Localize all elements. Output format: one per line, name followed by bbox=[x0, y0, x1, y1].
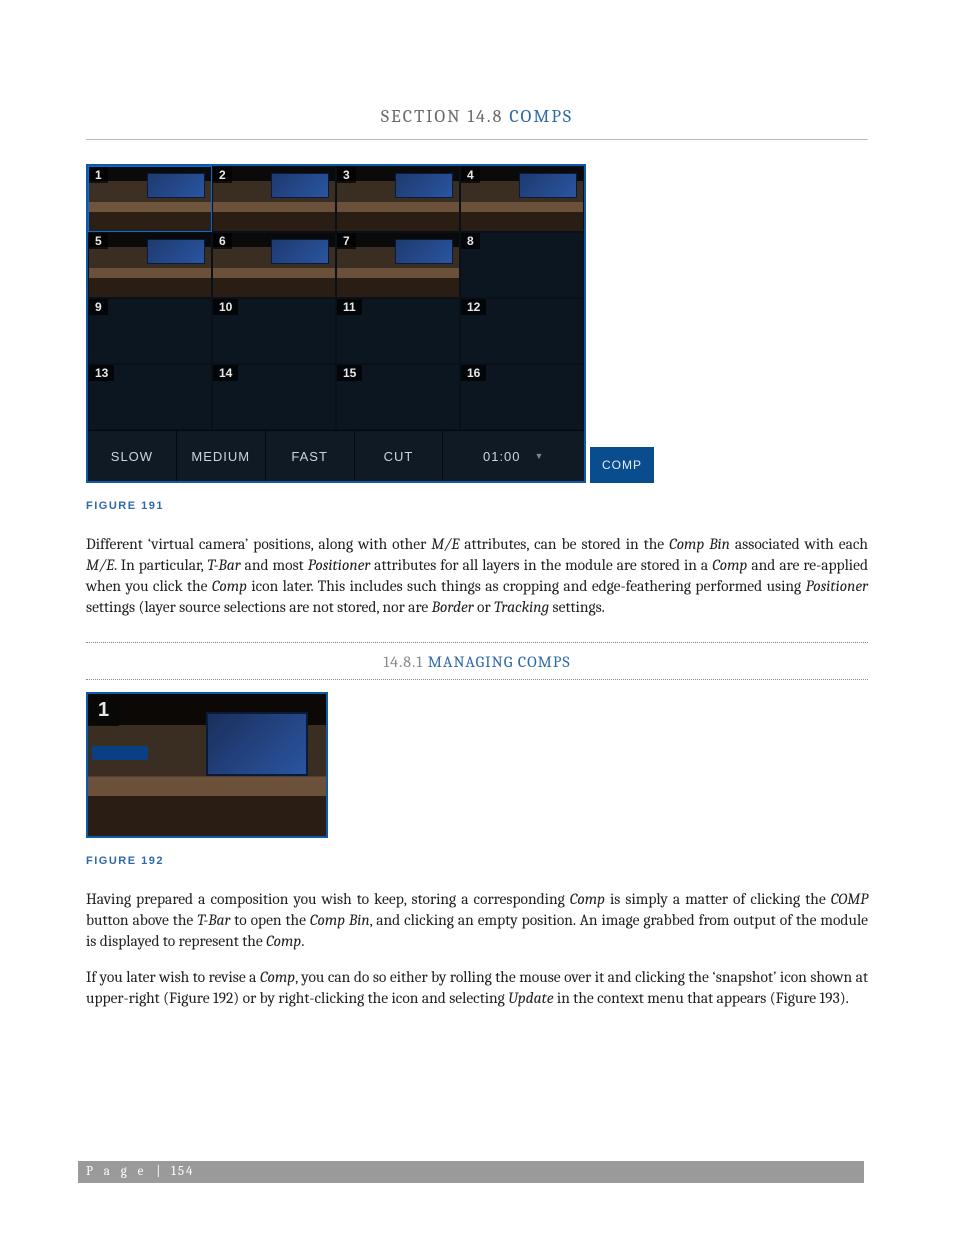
comp-slot-number: 3 bbox=[337, 167, 356, 183]
comp-slot-3[interactable]: 3 bbox=[336, 166, 460, 232]
comp-slot-number: 12 bbox=[461, 299, 486, 315]
comp-button[interactable]: COMP bbox=[590, 447, 654, 483]
comp-bin-panel: 12345678910111213141516 SLOW MEDIUM FAST… bbox=[86, 164, 586, 483]
comp-slot-number: 14 bbox=[213, 365, 238, 381]
paragraph-2: Having prepared a composition you wish t… bbox=[86, 889, 868, 952]
comp-grid: 12345678910111213141516 bbox=[88, 166, 584, 430]
time-value: 01:00 bbox=[483, 449, 521, 464]
figure-192: 1 bbox=[86, 692, 328, 838]
comp-slot-16[interactable]: 16 bbox=[460, 364, 584, 430]
comp-slot-number: 13 bbox=[89, 365, 114, 381]
comp-slot-number: 8 bbox=[461, 233, 480, 249]
comp-slot-4[interactable]: 4 bbox=[460, 166, 584, 232]
comp-slot-number: 10 bbox=[213, 299, 238, 315]
chevron-down-icon: ▼ bbox=[535, 451, 545, 461]
comp-slot-number: 7 bbox=[337, 233, 356, 249]
comp-slot-9[interactable]: 9 bbox=[88, 298, 212, 364]
comp-slot-number: 6 bbox=[213, 233, 232, 249]
comp-slot-6[interactable]: 6 bbox=[212, 232, 336, 298]
section-title: SECTION 14.8 COMPS bbox=[86, 106, 868, 127]
section-number: SECTION 14.8 bbox=[381, 106, 503, 127]
comp-slot-number: 15 bbox=[337, 365, 362, 381]
cut-button[interactable]: CUT bbox=[355, 431, 444, 481]
comp-slot-7[interactable]: 7 bbox=[336, 232, 460, 298]
comp-slot-number: 9 bbox=[89, 299, 108, 315]
medium-button[interactable]: MEDIUM bbox=[177, 431, 266, 481]
comp-toolbar: SLOW MEDIUM FAST CUT 01:00 ▼ bbox=[88, 430, 584, 481]
comp-slot-15[interactable]: 15 bbox=[336, 364, 460, 430]
comp-slot-8[interactable]: 8 bbox=[460, 232, 584, 298]
comp-slot-number: 16 bbox=[461, 365, 486, 381]
subsection-number: 14.8.1 bbox=[383, 653, 423, 671]
subsection-rule-top bbox=[86, 642, 868, 643]
comp-slot-number: 1 bbox=[88, 694, 119, 726]
subsection-title: 14.8.1 MANAGING COMPS bbox=[86, 653, 868, 671]
comp-slot-14[interactable]: 14 bbox=[212, 364, 336, 430]
figure-191-caption: FIGURE 191 bbox=[86, 501, 868, 512]
comp-slot-2[interactable]: 2 bbox=[212, 166, 336, 232]
slow-button[interactable]: SLOW bbox=[88, 431, 177, 481]
page-footer: P a g e | 154 bbox=[78, 1161, 864, 1183]
fast-button[interactable]: FAST bbox=[266, 431, 355, 481]
comp-slot-number: 5 bbox=[89, 233, 108, 249]
comp-slot-12[interactable]: 12 bbox=[460, 298, 584, 364]
comp-slot-number: 4 bbox=[461, 167, 480, 183]
footer-label: P a g e bbox=[86, 1164, 147, 1179]
subsection-rule-bottom bbox=[86, 679, 868, 680]
page-number: 154 bbox=[171, 1164, 194, 1179]
paragraph-1: Different ‘virtual camera’ positions, al… bbox=[86, 534, 868, 618]
footer-sep: | bbox=[151, 1164, 167, 1179]
comp-slot-tag bbox=[92, 746, 148, 760]
comp-slot-10[interactable]: 10 bbox=[212, 298, 336, 364]
comp-slot-monitor bbox=[206, 712, 308, 776]
time-dropdown[interactable]: 01:00 ▼ bbox=[443, 431, 584, 481]
section-name: COMPS bbox=[509, 106, 573, 127]
comp-slot-1[interactable]: 1 bbox=[88, 166, 212, 232]
comp-slot-11[interactable]: 11 bbox=[336, 298, 460, 364]
figure-192-caption: FIGURE 192 bbox=[86, 856, 868, 867]
comp-slot-number: 1 bbox=[89, 167, 108, 183]
comp-slot-number: 11 bbox=[337, 299, 362, 315]
figure-191-wrap: 12345678910111213141516 SLOW MEDIUM FAST… bbox=[86, 140, 586, 483]
subsection-name: MANAGING COMPS bbox=[428, 653, 571, 671]
paragraph-3: If you later wish to revise a Comp, you … bbox=[86, 967, 868, 1009]
comp-slot-number: 2 bbox=[213, 167, 232, 183]
comp-slot-13[interactable]: 13 bbox=[88, 364, 212, 430]
comp-slot-5[interactable]: 5 bbox=[88, 232, 212, 298]
